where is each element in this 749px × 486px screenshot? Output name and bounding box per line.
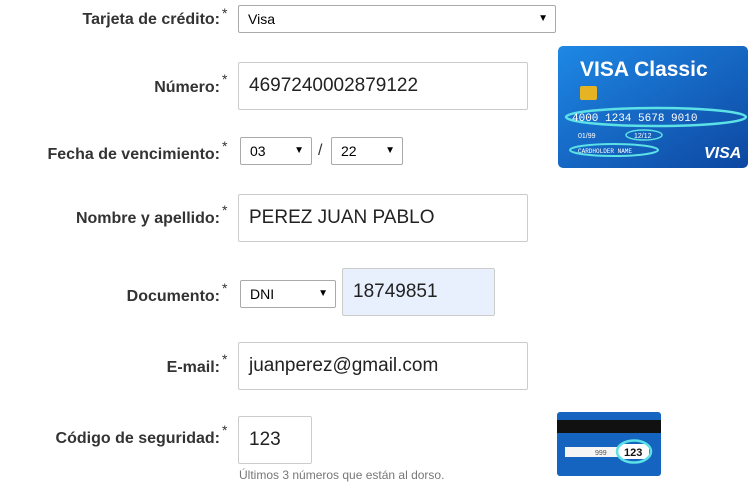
visa-card-illustration: VISA Classic 4000 1234 5678 9010 01/99 1… <box>558 46 748 168</box>
chevron-down-icon: ▼ <box>538 13 548 24</box>
signature-strip <box>565 447 621 457</box>
cvv-strip-number: 999 <box>595 450 607 457</box>
required-marker: * <box>222 138 228 154</box>
expiry-year-select[interactable]: 22 ▼ <box>331 137 403 165</box>
date-separator: / <box>318 142 323 159</box>
visa-card-title: VISA Classic <box>580 58 708 81</box>
visa-card-number: 4000 1234 5678 9010 <box>572 113 697 125</box>
security-code-value: 123 <box>249 429 281 450</box>
visa-card-valid-thru: 12/12 <box>634 133 652 140</box>
chevron-down-icon: ▼ <box>385 145 395 156</box>
expiry-month-select[interactable]: 03 ▼ <box>240 137 312 165</box>
card-number-input[interactable]: 4697240002879122 <box>238 62 528 110</box>
card-number-value: 4697240002879122 <box>249 75 419 96</box>
card-type-select[interactable]: Visa ▼ <box>238 5 556 33</box>
name-label: Nombre y apellido: <box>75 210 220 227</box>
required-marker: * <box>222 202 228 218</box>
cvv-digits: 123 <box>624 447 642 459</box>
chevron-down-icon: ▼ <box>294 145 304 156</box>
magnetic-stripe <box>557 420 661 433</box>
required-marker: * <box>222 71 228 87</box>
required-marker: * <box>222 351 228 367</box>
document-type-value: DNI <box>250 286 275 302</box>
cvv-card-illustration: 999 123 <box>557 412 661 476</box>
expiry-month-value: 03 <box>250 143 266 159</box>
visa-logo: VISA <box>704 145 741 162</box>
expiry-year-value: 22 <box>341 143 357 159</box>
required-marker: * <box>222 5 228 21</box>
expiry-label: Fecha de vencimiento: <box>47 146 221 163</box>
email-label: E-mail: <box>166 359 220 376</box>
name-value: PEREZ JUAN PABLO <box>249 207 435 228</box>
document-label: Documento: <box>126 288 220 305</box>
required-marker: * <box>222 422 228 438</box>
document-number-value: 18749851 <box>353 281 438 302</box>
card-type-label: Tarjeta de crédito: <box>82 11 220 28</box>
required-marker: * <box>222 280 228 296</box>
document-number-input[interactable]: 18749851 <box>342 268 495 316</box>
chevron-down-icon: ▼ <box>318 288 328 299</box>
visa-card-valid-from: 01/99 <box>578 133 596 140</box>
chip-icon <box>580 86 597 100</box>
email-input[interactable]: juanperez@gmail.com <box>238 342 528 390</box>
email-value: juanperez@gmail.com <box>249 355 439 376</box>
number-label: Número: <box>154 79 220 96</box>
security-code-label: Código de seguridad: <box>55 430 220 447</box>
visa-card-holder: CARDHOLDER NAME <box>578 148 632 155</box>
security-code-input[interactable]: 123 <box>238 416 312 464</box>
name-input[interactable]: PEREZ JUAN PABLO <box>238 194 528 242</box>
document-type-select[interactable]: DNI ▼ <box>240 280 336 308</box>
security-code-hint: Últimos 3 números que están al dorso. <box>239 468 445 482</box>
card-type-value: Visa <box>248 11 275 27</box>
